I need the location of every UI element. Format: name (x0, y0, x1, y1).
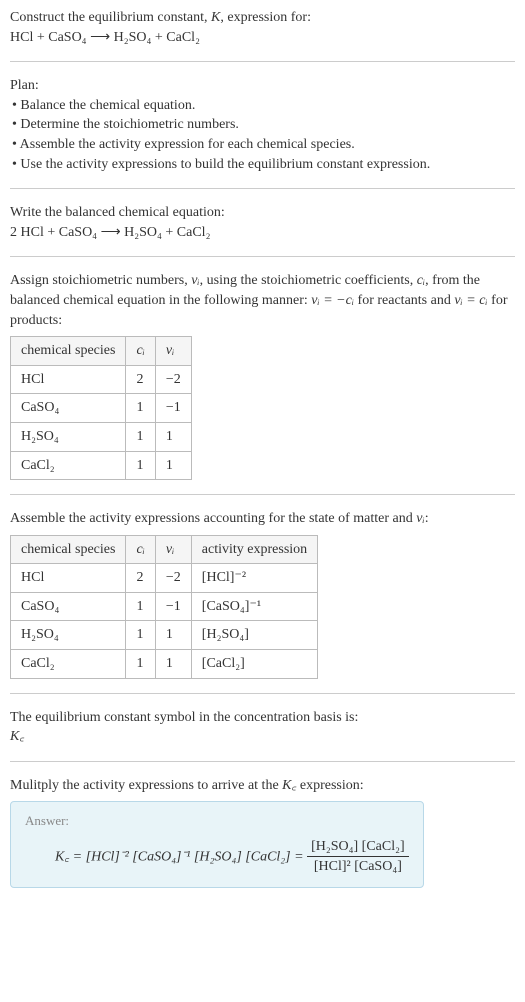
unbalanced-equation: HCl + CaSO₄ ⟶ H₂SO₄ + CaCl₂ (10, 28, 515, 48)
activity-nu: νᵢ (416, 511, 424, 526)
table-header-row: chemical species cᵢ νᵢ (11, 337, 192, 366)
c-cell: 1 (126, 451, 155, 480)
col-header: activity expression (191, 535, 317, 564)
nu-cell: −1 (155, 394, 191, 423)
plan-title: Plan: (10, 76, 515, 96)
expr-cell: [H₂SO₄] (191, 621, 317, 650)
stoich-rel: νᵢ = cᵢ (454, 293, 487, 308)
species-cell: H₂SO₄ (11, 621, 126, 650)
stoich-ci: cᵢ (417, 273, 425, 288)
stoich-rel: νᵢ = −cᵢ (311, 293, 354, 308)
expr-cell: [CaSO₄]⁻¹ (191, 592, 317, 621)
table-row: CaSO₄ 1 −1 [CaSO₄]⁻¹ (11, 592, 318, 621)
multiply-text: expression: (296, 778, 363, 793)
fraction-numerator: [H₂SO₄] [CaCl₂] (307, 837, 409, 858)
nu-cell: −2 (155, 365, 191, 394)
multiply-text: Mulitply the activity expressions to arr… (10, 778, 282, 793)
stoich-intro: Assign stoichiometric numbers, νᵢ, using… (10, 271, 515, 330)
multiply-title: Mulitply the activity expressions to arr… (10, 776, 515, 796)
plan-bullet: • Determine the stoichiometric numbers. (12, 115, 515, 135)
plan-bullet: • Use the activity expressions to build … (12, 155, 515, 175)
balanced-equation: 2 HCl + CaSO₄ ⟶ H₂SO₄ + CaCl₂ (10, 223, 515, 243)
multiply-kc: K꜀ (282, 778, 296, 793)
species-cell: CaCl₂ (11, 650, 126, 679)
prompt-K: K (211, 10, 220, 25)
table-row: CaCl₂ 1 1 [CaCl₂] (11, 650, 318, 679)
col-header: chemical species (11, 535, 126, 564)
balanced-title: Write the balanced chemical equation: (10, 203, 515, 223)
stoich-text: Assign stoichiometric numbers, (10, 273, 191, 288)
stoich-text: , using the stoichiometric coefficients, (200, 273, 417, 288)
species-cell: CaSO₄ (11, 394, 126, 423)
table-row: HCl 2 −2 (11, 365, 192, 394)
plan-section: Plan: • Balance the chemical equation. •… (10, 76, 515, 189)
table-row: H₂SO₄ 1 1 (11, 422, 192, 451)
activity-text: Assemble the activity expressions accoun… (10, 511, 416, 526)
stoich-nu: νᵢ (191, 273, 199, 288)
expr-cell: [HCl]⁻² (191, 564, 317, 593)
species-cell: CaCl₂ (11, 451, 126, 480)
nu-cell: 1 (155, 451, 191, 480)
species-cell: HCl (11, 564, 126, 593)
species-cell: HCl (11, 365, 126, 394)
fraction-denominator: [HCl]² [CaSO₄] (307, 857, 409, 877)
activity-title: Assemble the activity expressions accoun… (10, 509, 515, 529)
c-cell: 1 (126, 422, 155, 451)
c-cell: 2 (126, 365, 155, 394)
symbol-title: The equilibrium constant symbol in the c… (10, 708, 515, 728)
col-header: νᵢ (155, 337, 191, 366)
nu-cell: 1 (155, 650, 191, 679)
nu-cell: 1 (155, 621, 191, 650)
stoich-table: chemical species cᵢ νᵢ HCl 2 −2 CaSO₄ 1 … (10, 336, 192, 480)
table-row: CaSO₄ 1 −1 (11, 394, 192, 423)
species-cell: CaSO₄ (11, 592, 126, 621)
stoich-section: Assign stoichiometric numbers, νᵢ, using… (10, 271, 515, 495)
col-header: cᵢ (126, 535, 155, 564)
c-cell: 1 (126, 650, 155, 679)
plan-bullet: • Assemble the activity expression for e… (12, 135, 515, 155)
nu-cell: −2 (155, 564, 191, 593)
prompt-text: Construct the equilibrium constant, (10, 10, 211, 25)
answer-equation: K꜀ = [HCl]⁻² [CaSO₄]⁻¹ [H₂SO₄] [CaCl₂] =… (25, 837, 409, 877)
species-cell: H₂SO₄ (11, 422, 126, 451)
col-header: chemical species (11, 337, 126, 366)
answer-box: Answer: K꜀ = [HCl]⁻² [CaSO₄]⁻¹ [H₂SO₄] [… (10, 801, 424, 887)
plan-bullet: • Balance the chemical equation. (12, 96, 515, 116)
c-cell: 1 (126, 592, 155, 621)
activity-section: Assemble the activity expressions accoun… (10, 509, 515, 694)
c-cell: 2 (126, 564, 155, 593)
c-cell: 1 (126, 394, 155, 423)
table-row: HCl 2 −2 [HCl]⁻² (11, 564, 318, 593)
symbol-value: K꜀ (10, 727, 515, 747)
multiply-section: Mulitply the activity expressions to arr… (10, 776, 515, 902)
table-row: H₂SO₄ 1 1 [H₂SO₄] (11, 621, 318, 650)
activity-table: chemical species cᵢ νᵢ activity expressi… (10, 535, 318, 679)
activity-text: : (425, 511, 429, 526)
expr-cell: [CaCl₂] (191, 650, 317, 679)
answer-lhs: K꜀ = [HCl]⁻² [CaSO₄]⁻¹ [H₂SO₄] [CaCl₂] = (55, 849, 307, 864)
col-header: cᵢ (126, 337, 155, 366)
table-header-row: chemical species cᵢ νᵢ activity expressi… (11, 535, 318, 564)
nu-cell: 1 (155, 422, 191, 451)
nu-cell: −1 (155, 592, 191, 621)
answer-fraction: [H₂SO₄] [CaCl₂] [HCl]² [CaSO₄] (307, 837, 409, 877)
c-cell: 1 (126, 621, 155, 650)
answer-label: Answer: (25, 812, 409, 830)
symbol-section: The equilibrium constant symbol in the c… (10, 708, 515, 762)
prompt-section: Construct the equilibrium constant, K, e… (10, 8, 515, 62)
prompt-text-b: , expression for: (220, 10, 311, 25)
table-row: CaCl₂ 1 1 (11, 451, 192, 480)
stoich-text: for reactants and (354, 293, 454, 308)
col-header: νᵢ (155, 535, 191, 564)
balanced-section: Write the balanced chemical equation: 2 … (10, 203, 515, 257)
